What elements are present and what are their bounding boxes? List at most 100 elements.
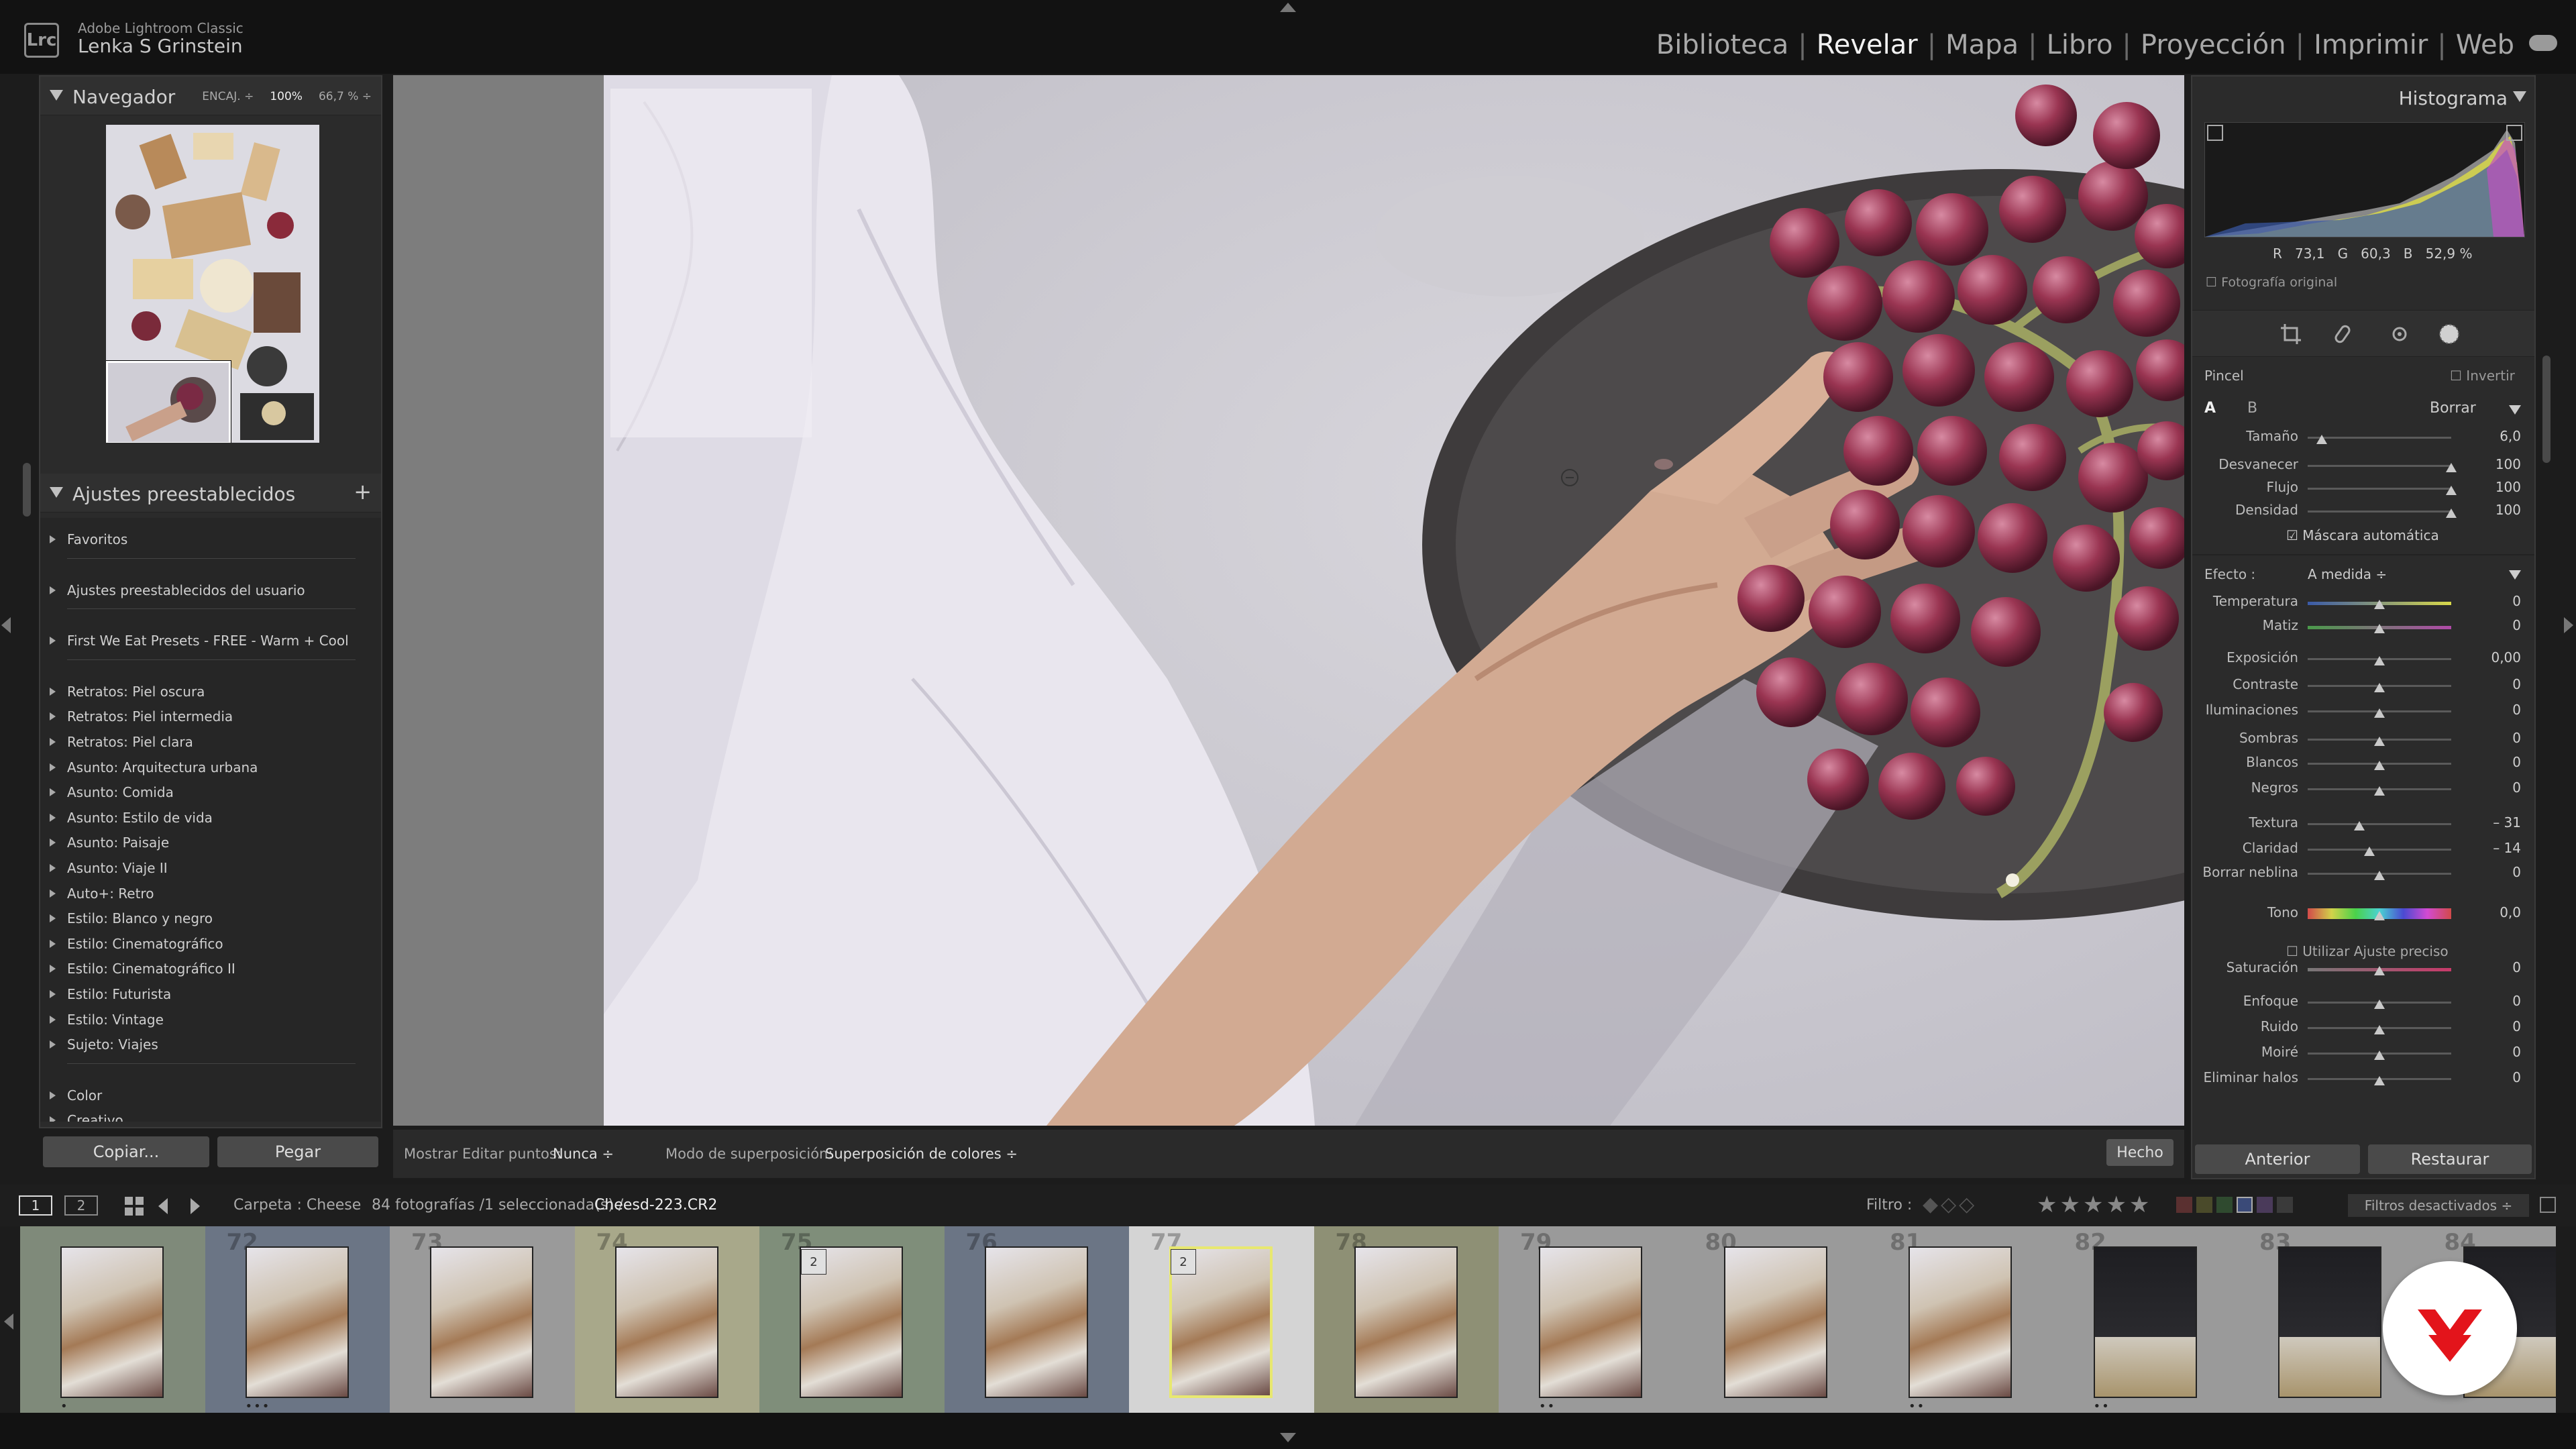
slider-thumb[interactable] (2374, 600, 2385, 609)
slider-thumb[interactable] (2374, 1000, 2385, 1009)
slider-value[interactable]: 0 (2481, 993, 2521, 1009)
filmstrip-thumbnail[interactable] (1539, 1246, 1642, 1398)
preset-item[interactable]: Asunto: Arquitectura urbana (49, 759, 258, 775)
zoom-100[interactable]: 100% (270, 90, 303, 103)
top-panel-toggle-icon[interactable] (1280, 3, 1296, 12)
navigator-preview[interactable] (106, 125, 319, 443)
filmstrip-thumbnail[interactable] (1909, 1246, 2012, 1398)
invert-checkbox[interactable]: ☐ Invertir (2450, 368, 2515, 384)
slider-thumb[interactable] (2374, 1076, 2385, 1085)
filmstrip-thumbnail[interactable] (614, 1246, 718, 1398)
star-rating[interactable]: ••• (246, 1399, 271, 1413)
filmstrip-cell[interactable]: 81 •• (1868, 1226, 2053, 1413)
slider-value[interactable]: 0,00 (2481, 649, 2521, 665)
secondary-window-button[interactable]: 2 (64, 1195, 98, 1216)
slider-track[interactable] (2308, 465, 2451, 467)
slider-value[interactable]: 100 (2481, 479, 2521, 495)
filmstrip-thumbnail[interactable] (2093, 1246, 2197, 1398)
slider-value[interactable]: 0 (2481, 1044, 2521, 1060)
brush-a-tab[interactable]: A (2204, 400, 2216, 417)
green-label-icon[interactable] (2216, 1197, 2233, 1213)
main-photo[interactable] (604, 75, 2184, 1126)
navigator-zoom-box[interactable] (106, 361, 231, 443)
fine-adjust-checkbox[interactable]: ☐ Utilizar Ajuste preciso (2286, 943, 2449, 959)
slider-thumb[interactable] (2374, 1051, 2385, 1060)
filmstrip-cell[interactable]: 80 (1683, 1226, 1868, 1413)
module-5[interactable]: Imprimir (2310, 30, 2432, 60)
filmstrip-thumbnail[interactable] (245, 1246, 349, 1398)
filmstrip-cell[interactable]: 72 ••• (205, 1226, 390, 1413)
slider-value[interactable]: 0 (2481, 676, 2521, 692)
masking-icon[interactable] (2438, 323, 2461, 345)
preset-item[interactable]: Favoritos (49, 531, 127, 547)
slider-track[interactable] (2308, 488, 2451, 490)
filmstrip-thumbnail[interactable] (1723, 1246, 1827, 1398)
preset-item[interactable]: Asunto: Paisaje (49, 835, 169, 851)
presets-header[interactable]: Ajustes preestablecidos + (40, 474, 381, 513)
filmstrip-thumbnail[interactable] (1354, 1246, 1458, 1398)
effect-select[interactable]: A medida ÷ (2308, 566, 2387, 582)
red-label-icon[interactable] (2176, 1197, 2192, 1213)
original-photo-checkbox[interactable]: ☐ Fotografía original (2206, 275, 2337, 290)
slider-value[interactable]: 0 (2481, 617, 2521, 633)
module-2[interactable]: Mapa (1941, 30, 2023, 60)
primary-window-button[interactable]: 1 (19, 1195, 52, 1216)
slider-thumb[interactable] (2374, 966, 2385, 975)
filters-off-select[interactable]: Filtros desactivados ÷ (2348, 1194, 2529, 1217)
slider-value[interactable]: 0 (2481, 593, 2521, 609)
slider-thumb[interactable] (2364, 847, 2375, 856)
slider-thumb[interactable] (2374, 786, 2385, 796)
preset-item[interactable]: First We Eat Presets - FREE - Warm + Coo… (50, 633, 349, 649)
slider-thumb[interactable] (2446, 486, 2457, 495)
filmstrip-thumbnail[interactable] (984, 1246, 1088, 1398)
preset-item[interactable]: Retratos: Piel intermedia (49, 708, 233, 724)
slider-thumb[interactable] (2374, 737, 2385, 746)
slider-thumb[interactable] (2374, 683, 2385, 692)
red-eye-icon[interactable] (2388, 323, 2411, 345)
slider-value[interactable]: 0 (2481, 959, 2521, 975)
slider-value[interactable]: 0 (2481, 702, 2521, 718)
add-preset-icon[interactable]: + (354, 479, 372, 504)
slider-thumb[interactable] (2446, 463, 2457, 472)
copy-settings-button[interactable]: Copiar... (43, 1136, 209, 1167)
show-edit-points-select[interactable]: Nunca ÷ (553, 1146, 614, 1162)
slider-value[interactable]: 0 (2481, 1069, 2521, 1085)
star-rating[interactable]: •• (1539, 1399, 1556, 1413)
spot-removal-icon[interactable] (2333, 323, 2356, 345)
module-1[interactable]: Revelar (1813, 30, 1922, 60)
brush-menu-arrow-icon[interactable] (2509, 405, 2521, 415)
slider-value[interactable]: 0 (2481, 864, 2521, 880)
slider-value[interactable]: 0 (2481, 780, 2521, 796)
right-scrollbar[interactable] (2542, 356, 2551, 463)
preset-item[interactable]: Asunto: Comida (50, 784, 174, 800)
filmstrip-cell[interactable]: 73 (390, 1226, 575, 1413)
reset-button[interactable]: Restaurar (2368, 1144, 2532, 1174)
filmstrip-cell[interactable]: 77 2 (1129, 1226, 1314, 1413)
module-3[interactable]: Libro (2043, 30, 2117, 60)
filter-lock-icon[interactable] (2540, 1197, 2556, 1213)
slider-track[interactable] (2308, 823, 2451, 825)
slider-track[interactable] (2308, 437, 2451, 439)
brush-erase-tab[interactable]: Borrar (2430, 400, 2476, 417)
preset-item[interactable]: Asunto: Estilo de vida (50, 810, 213, 826)
star-rating[interactable]: • (60, 1399, 69, 1413)
color-label-filter[interactable] (2176, 1197, 2293, 1213)
preset-item[interactable]: Creativo (50, 1112, 123, 1122)
back-arrow-icon[interactable] (158, 1198, 168, 1214)
purple-label-icon[interactable] (2257, 1197, 2273, 1213)
crop-icon[interactable] (2279, 323, 2302, 345)
slider-value[interactable]: – 14 (2481, 840, 2521, 856)
slider-track[interactable] (2308, 849, 2451, 851)
cloud-icon[interactable] (2529, 35, 2557, 51)
module-4[interactable]: Proyección (2137, 30, 2290, 60)
right-panel-toggle-icon[interactable] (2564, 617, 2573, 633)
previous-button[interactable]: Anterior (2195, 1144, 2360, 1174)
zoom-fit[interactable]: ENCAJ. ÷ (202, 90, 254, 103)
paste-settings-button[interactable]: Pegar (217, 1136, 378, 1167)
preset-item[interactable]: Estilo: Cinematográfico II (50, 961, 235, 977)
filmstrip-cell[interactable]: 78 (1313, 1226, 1499, 1413)
none-label-icon[interactable] (2277, 1197, 2293, 1213)
collapse-arrow-icon[interactable] (2513, 91, 2526, 102)
filmstrip-cell[interactable]: 76 (944, 1226, 1129, 1413)
preset-item[interactable]: Estilo: Cinematográfico (50, 936, 223, 952)
